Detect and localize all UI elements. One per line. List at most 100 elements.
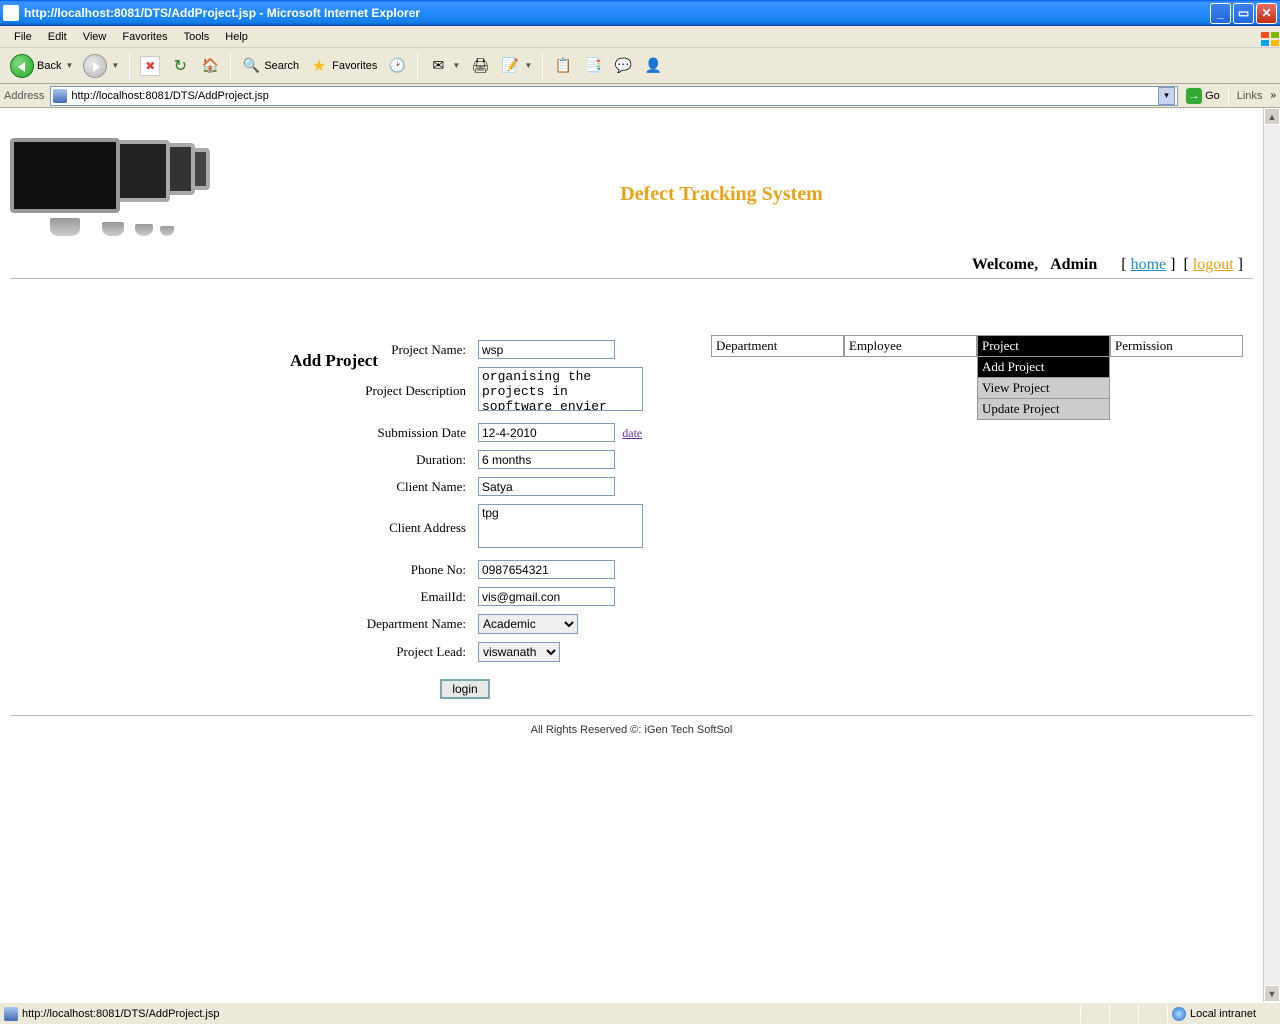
minimize-button[interactable]: _ bbox=[1210, 3, 1231, 24]
page-content: Defect Tracking System Welcome, Admin [ … bbox=[0, 108, 1263, 1002]
windows-flag-icon bbox=[1250, 28, 1276, 46]
go-arrow-icon: → bbox=[1186, 88, 1202, 104]
page-icon bbox=[4, 1007, 18, 1021]
page-heading: Add Project bbox=[290, 351, 378, 371]
logout-link[interactable]: logout bbox=[1193, 256, 1234, 273]
page-icon bbox=[53, 89, 67, 103]
refresh-button[interactable]: ↻ bbox=[166, 54, 194, 78]
menu-file[interactable]: File bbox=[6, 29, 40, 45]
label-project-description: Project Description bbox=[292, 364, 472, 418]
nav-employee[interactable]: Employee bbox=[844, 335, 977, 357]
scroll-up-icon[interactable]: ▲ bbox=[1264, 108, 1280, 125]
label-duration: Duration: bbox=[292, 447, 472, 472]
nav-add-project[interactable]: Add Project bbox=[977, 357, 1110, 378]
status-zone: Local intranet bbox=[1190, 1008, 1256, 1020]
chevron-down-icon: ▼ bbox=[111, 61, 119, 70]
date-link[interactable]: date bbox=[622, 426, 642, 440]
input-duration[interactable] bbox=[478, 450, 615, 469]
ie-icon bbox=[3, 5, 19, 21]
app-title: Defect Tracking System bbox=[190, 128, 1253, 206]
stop-button[interactable] bbox=[136, 54, 164, 78]
monitors-image bbox=[10, 128, 190, 248]
select-department-name[interactable]: Academic bbox=[478, 614, 578, 634]
title-bar: http://localhost:8081/DTS/AddProject.jsp… bbox=[0, 0, 1280, 26]
main-area: Add Project Department Employee Project … bbox=[10, 335, 1253, 699]
textarea-client-address[interactable]: tpg bbox=[478, 504, 643, 548]
status-bar: http://localhost:8081/DTS/AddProject.jsp… bbox=[0, 1002, 1280, 1024]
input-client-name[interactable] bbox=[478, 477, 615, 496]
vertical-scrollbar[interactable]: ▲ ▼ bbox=[1263, 108, 1280, 1002]
favorites-button[interactable]: ★Favorites bbox=[305, 54, 381, 78]
home-link[interactable]: home bbox=[1131, 256, 1167, 273]
mail-button[interactable]: ✉▼ bbox=[424, 54, 464, 78]
scroll-down-icon[interactable]: ▼ bbox=[1264, 985, 1280, 1002]
home-icon: 🏠 bbox=[200, 56, 220, 76]
links-label[interactable]: Links bbox=[1233, 90, 1267, 102]
nav-view-project[interactable]: View Project bbox=[977, 378, 1110, 399]
input-email-id[interactable] bbox=[478, 587, 615, 606]
input-phone-no[interactable] bbox=[478, 560, 615, 579]
messenger-icon: 👤 bbox=[643, 56, 663, 76]
star-icon: ★ bbox=[309, 56, 329, 76]
search-icon: 🔍 bbox=[241, 56, 261, 76]
edit-doc-icon: 📝 bbox=[500, 56, 520, 76]
status-url: http://localhost:8081/DTS/AddProject.jsp bbox=[22, 1008, 220, 1020]
refresh-icon: ↻ bbox=[170, 56, 190, 76]
research-icon: 📑 bbox=[583, 56, 603, 76]
textarea-project-description[interactable]: organising the projects in sopftware env… bbox=[478, 367, 643, 411]
forward-button[interactable]: ▼ bbox=[79, 52, 123, 80]
label-project-lead: Project Lead: bbox=[292, 639, 472, 665]
print-icon: 🖨 bbox=[470, 56, 490, 76]
nav-update-project[interactable]: Update Project bbox=[977, 399, 1110, 420]
discuss-icon: 💬 bbox=[613, 56, 633, 76]
input-project-name[interactable] bbox=[478, 340, 615, 359]
label-submission-date: Submission Date bbox=[292, 420, 472, 445]
menu-bar: File Edit View Favorites Tools Help bbox=[0, 26, 1280, 48]
discuss-button[interactable]: 💬 bbox=[609, 54, 637, 78]
menu-favorites[interactable]: Favorites bbox=[114, 29, 175, 45]
history-button[interactable]: 🕑 bbox=[383, 54, 411, 78]
toolbar: Back ▼ ▼ ↻ 🏠 🔍Search ★Favorites 🕑 ✉▼ 🖨 📝… bbox=[0, 48, 1280, 84]
menu-view[interactable]: View bbox=[75, 29, 115, 45]
maximize-button[interactable]: ▭ bbox=[1233, 3, 1254, 24]
menu-tools[interactable]: Tools bbox=[176, 29, 218, 45]
forward-icon bbox=[83, 54, 107, 78]
research-button[interactable]: 📑 bbox=[579, 54, 607, 78]
home-button[interactable]: 🏠 bbox=[196, 54, 224, 78]
nav-project[interactable]: Project bbox=[977, 335, 1110, 357]
label-client-name: Client Name: bbox=[292, 474, 472, 499]
label-client-address: Client Address bbox=[292, 501, 472, 555]
zone-icon bbox=[1172, 1007, 1186, 1021]
chevron-down-icon: ▼ bbox=[65, 61, 73, 70]
menu-help[interactable]: Help bbox=[217, 29, 256, 45]
address-label: Address bbox=[4, 90, 46, 102]
nav-department[interactable]: Department bbox=[711, 335, 844, 357]
label-email-id: EmailId: bbox=[292, 584, 472, 609]
welcome-row: Welcome, Admin [ home ] [ logout ] bbox=[10, 248, 1253, 278]
submit-button[interactable]: login bbox=[440, 679, 489, 699]
address-input[interactable] bbox=[71, 90, 1158, 102]
nav-menu: Department Employee Project Add Project … bbox=[711, 335, 1243, 420]
history-icon: 🕑 bbox=[387, 56, 407, 76]
back-icon bbox=[10, 54, 34, 78]
print-button[interactable]: 🖨 bbox=[466, 54, 494, 78]
select-project-lead[interactable]: viswanath bbox=[478, 642, 560, 662]
chevron-right-icon[interactable]: » bbox=[1270, 90, 1276, 101]
close-button[interactable]: ✕ bbox=[1256, 3, 1277, 24]
address-bar: Address ▾ → Go Links » bbox=[0, 84, 1280, 108]
window-title: http://localhost:8081/DTS/AddProject.jsp… bbox=[24, 6, 1208, 20]
address-dropdown[interactable]: ▾ bbox=[1158, 87, 1175, 105]
address-input-wrap[interactable]: ▾ bbox=[50, 86, 1178, 106]
edit-button[interactable]: 📝▼ bbox=[496, 54, 536, 78]
nav-permission[interactable]: Permission bbox=[1110, 335, 1243, 357]
back-button[interactable]: Back ▼ bbox=[6, 52, 77, 80]
clipboard-button[interactable]: 📋 bbox=[549, 54, 577, 78]
input-submission-date[interactable] bbox=[478, 423, 615, 442]
label-department-name: Department Name: bbox=[292, 611, 472, 637]
viewport: Defect Tracking System Welcome, Admin [ … bbox=[0, 108, 1280, 1002]
search-button[interactable]: 🔍Search bbox=[237, 54, 303, 78]
messenger-button[interactable]: 👤 bbox=[639, 54, 667, 78]
label-phone-no: Phone No: bbox=[292, 557, 472, 582]
go-button[interactable]: → Go bbox=[1182, 86, 1224, 106]
menu-edit[interactable]: Edit bbox=[40, 29, 75, 45]
